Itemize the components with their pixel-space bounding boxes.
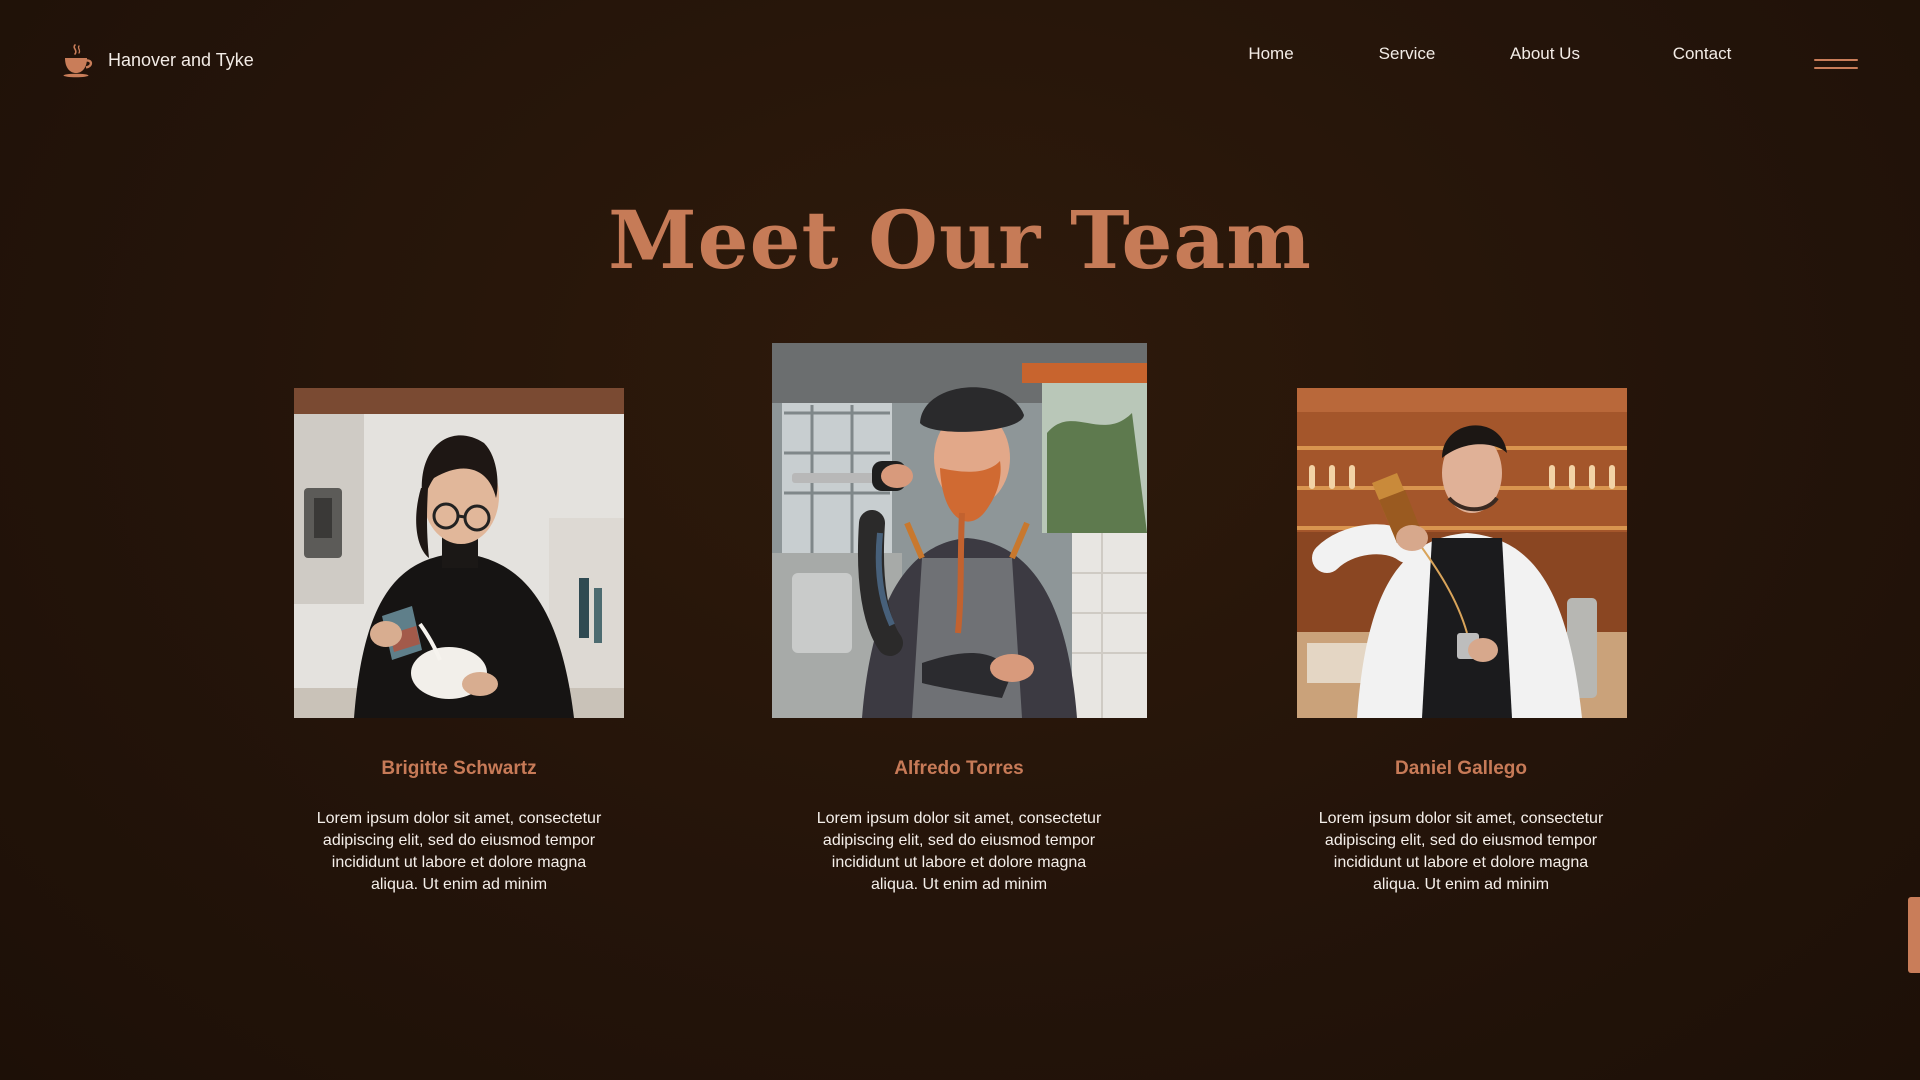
member-bio: Lorem ipsum dolor sit amet, consectetur … xyxy=(279,808,639,896)
bartender-pouring-drink-photo xyxy=(1297,388,1627,718)
member-name: Brigitte Schwartz xyxy=(381,758,537,779)
bio-line: incididunt ut labore et dolore magna xyxy=(1333,854,1589,871)
member-bio: Lorem ipsum dolor sit amet, consectetur … xyxy=(1281,808,1641,896)
menu-line xyxy=(1814,67,1858,69)
bio-line: Lorem ipsum dolor sit amet, consectetur xyxy=(316,810,602,827)
bio-line: incididunt ut labore et dolore magna xyxy=(331,854,587,871)
hamburger-menu-icon[interactable] xyxy=(1814,56,1858,72)
bio-line: adipiscing elit, sed do eiusmod tempor xyxy=(322,832,596,849)
bio-line: adipiscing elit, sed do eiusmod tempor xyxy=(822,832,1096,849)
nav-contact-link[interactable]: Contact xyxy=(1673,44,1732,64)
bio-line: aliqua. Ut enim ad minim xyxy=(1372,876,1550,893)
bio-line: adipiscing elit, sed do eiusmod tempor xyxy=(1324,832,1598,849)
side-scroll-tab[interactable] xyxy=(1908,897,1920,973)
bio-line: aliqua. Ut enim ad minim xyxy=(370,876,548,893)
barista-with-portafilter-photo xyxy=(772,343,1147,718)
page-title: Meet Our Team xyxy=(608,193,1312,287)
nav-service-link[interactable]: Service xyxy=(1379,44,1436,64)
brand-name: Hanover and Tyke xyxy=(108,49,254,70)
bio-line: incididunt ut labore et dolore magna xyxy=(831,854,1087,871)
barista-pouring-latte-art-photo xyxy=(294,388,624,718)
nav-about-us-link[interactable]: About Us xyxy=(1510,44,1580,64)
member-name: Alfredo Torres xyxy=(894,758,1024,779)
coffee-cup-icon xyxy=(63,44,93,78)
member-bio: Lorem ipsum dolor sit amet, consectetur … xyxy=(779,808,1139,896)
member-name: Daniel Gallego xyxy=(1395,758,1527,779)
bio-line: aliqua. Ut enim ad minim xyxy=(870,876,1048,893)
menu-line xyxy=(1814,59,1858,61)
bio-line: Lorem ipsum dolor sit amet, consectetur xyxy=(1318,810,1604,827)
nav-home-link[interactable]: Home xyxy=(1248,44,1293,64)
brand[interactable]: Hanover and Tyke xyxy=(62,42,254,78)
bio-line: Lorem ipsum dolor sit amet, consectetur xyxy=(816,810,1102,827)
